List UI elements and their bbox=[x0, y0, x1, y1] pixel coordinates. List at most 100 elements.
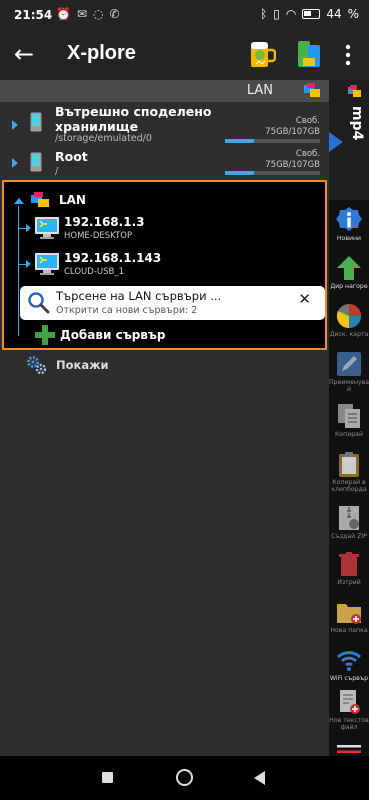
info-icon bbox=[336, 207, 362, 231]
toolbar-label: Новини bbox=[336, 235, 362, 242]
expand-arrow-icon[interactable] bbox=[26, 224, 31, 232]
wifi-status-icon: ◠ bbox=[285, 7, 297, 21]
show-button[interactable]: Покажи bbox=[26, 355, 226, 375]
lan-label: LAN bbox=[59, 193, 86, 207]
back-arrow-icon[interactable]: ← bbox=[14, 40, 34, 68]
percent-sign-icon: % bbox=[347, 7, 359, 21]
collapse-arrow-icon[interactable] bbox=[14, 198, 24, 204]
device-title: Root bbox=[55, 149, 88, 164]
free-value: 75GB/107GB bbox=[265, 127, 320, 137]
new-text-file-icon bbox=[340, 690, 360, 714]
lan-server-row[interactable]: 192.168.1.143 CLOUD-USB_1 bbox=[4, 248, 325, 284]
toolbar-menu-icon[interactable] bbox=[337, 744, 361, 754]
pane-header-title: LAN bbox=[246, 83, 273, 98]
mail-icon: ✉ bbox=[76, 7, 88, 21]
toolbar-label: Копирай bbox=[335, 431, 363, 438]
expand-arrow-icon[interactable] bbox=[12, 158, 18, 168]
lan-section[interactable]: LAN 192.168.1.3 HOME-DESKTOP 192.168.1.1… bbox=[2, 180, 327, 350]
toolbar-label: Копирай в клипборда bbox=[331, 479, 367, 493]
wifi-icon bbox=[336, 651, 362, 671]
disk-map-icon bbox=[336, 304, 361, 329]
device-path: /storage/emulated/0 bbox=[55, 133, 152, 144]
clipboard-icon bbox=[339, 452, 359, 477]
lan-server-row[interactable]: 192.168.1.3 HOME-DESKTOP bbox=[4, 212, 325, 248]
device-row-internal-storage[interactable]: Вътрешно споделено хранилище /storage/em… bbox=[0, 102, 329, 144]
side-toolbar: Новини Дир нагоре Диск. карта Преименува… bbox=[329, 200, 369, 756]
show-label: Покажи bbox=[56, 358, 109, 372]
add-server-button[interactable]: Добави сървър bbox=[34, 324, 314, 346]
vibrate-icon: ▯ bbox=[273, 7, 280, 21]
screen: 21:54 ⏰ ✉ ◌ ✆ ᛒ ▯ ◠ 44% ← X-plore LAN Въ… bbox=[0, 0, 369, 800]
nav-back-icon[interactable] bbox=[254, 771, 265, 785]
home-icon[interactable] bbox=[176, 769, 193, 786]
up-arrow-icon bbox=[337, 256, 361, 280]
recents-icon[interactable] bbox=[102, 772, 113, 783]
toolbar-label: Изтрий bbox=[337, 579, 361, 586]
phone-icon: ✆ bbox=[109, 7, 120, 21]
toolbar-label: Диск. карта bbox=[329, 331, 369, 338]
expand-arrow-icon[interactable] bbox=[12, 120, 18, 130]
gears-icon bbox=[27, 356, 47, 375]
device-title: Вътрешно споделено хранилище bbox=[55, 104, 212, 134]
new-folder-icon bbox=[337, 604, 361, 624]
free-label: Своб. bbox=[295, 116, 320, 126]
copy-icon bbox=[338, 404, 360, 428]
toolbar-label: WiFi сървър bbox=[329, 675, 369, 682]
toolbar-rename[interactable]: Преименува й bbox=[329, 346, 369, 404]
usage-bar-fill bbox=[225, 171, 254, 175]
close-icon[interactable]: ✕ bbox=[298, 290, 311, 308]
pane-header: LAN bbox=[0, 80, 329, 102]
lan-icon bbox=[31, 192, 49, 207]
device-free-space: Своб. 75GB/107GB bbox=[265, 149, 320, 171]
status-time: 21:54 bbox=[14, 8, 53, 22]
battery-level: 44 bbox=[326, 7, 342, 21]
right-file-pane[interactable]: mp4 bbox=[329, 80, 369, 200]
toolbar-label: Създай ZIP bbox=[331, 533, 367, 540]
dual-pane-icon[interactable] bbox=[296, 38, 322, 70]
bluetooth-icon: ᛒ bbox=[260, 7, 268, 21]
free-value: 75GB/107GB bbox=[265, 160, 320, 170]
toolbar-label: Преименува й bbox=[329, 379, 369, 393]
computer-icon bbox=[35, 253, 59, 275]
alarm-icon: ⏰ bbox=[56, 7, 71, 21]
computer-icon bbox=[35, 217, 59, 239]
toolbar-new-text-file[interactable]: Нов текстов файл bbox=[329, 684, 369, 742]
messenger-icon: ◌ bbox=[93, 7, 104, 21]
app-title: X-plore bbox=[67, 42, 136, 64]
search-title: Търсене на LAN сървъри ... bbox=[56, 289, 222, 303]
status-notification-icons: ⏰ ✉ ◌ ✆ bbox=[56, 7, 120, 21]
pane-switch-arrow-icon[interactable] bbox=[329, 132, 343, 152]
device-row-root[interactable]: Root / Своб. 75GB/107GB bbox=[0, 146, 329, 180]
battery-icon bbox=[302, 9, 321, 19]
phone-storage-icon bbox=[30, 112, 42, 132]
server-ip: 192.168.1.143 bbox=[64, 251, 162, 265]
plus-icon bbox=[35, 325, 55, 345]
device-free-space: Своб. 75GB/107GB bbox=[265, 116, 320, 138]
beer-donate-icon[interactable] bbox=[248, 38, 276, 70]
trash-icon bbox=[339, 552, 359, 576]
server-name: CLOUD-USB_1 bbox=[64, 267, 124, 277]
free-label: Своб. bbox=[295, 149, 320, 159]
more-options-icon[interactable] bbox=[340, 42, 356, 68]
usage-bar bbox=[225, 171, 320, 175]
expand-arrow-icon[interactable] bbox=[26, 260, 31, 268]
server-name: HOME-DESKTOP bbox=[64, 231, 133, 241]
rename-icon bbox=[337, 352, 361, 376]
toolbar-label: Дир нагоре bbox=[330, 283, 368, 290]
usage-bar-fill bbox=[225, 139, 254, 143]
phone-storage-icon bbox=[30, 152, 42, 172]
pane-label: mp4 bbox=[349, 106, 365, 141]
search-icon bbox=[28, 292, 50, 314]
status-bar: 21:54 ⏰ ✉ ◌ ✆ ᛒ ▯ ◠ 44% bbox=[0, 0, 369, 30]
toolbar-copy-clipboard[interactable]: Копирай в клипборда bbox=[329, 446, 369, 504]
zip-icon bbox=[339, 506, 359, 530]
toolbar-label: Нова папка bbox=[330, 627, 368, 634]
server-ip: 192.168.1.3 bbox=[64, 215, 145, 229]
app-bar: ← X-plore bbox=[0, 30, 369, 80]
device-path: / bbox=[55, 166, 59, 177]
toolbar-label: Нов текстов файл bbox=[329, 717, 369, 731]
system-nav-bar bbox=[0, 756, 369, 800]
multi-window-icon bbox=[348, 85, 361, 97]
status-system-icons: ᛒ ▯ ◠ 44% bbox=[260, 7, 359, 21]
search-subtitle: Открити са нови сървъри: 2 bbox=[56, 305, 198, 316]
